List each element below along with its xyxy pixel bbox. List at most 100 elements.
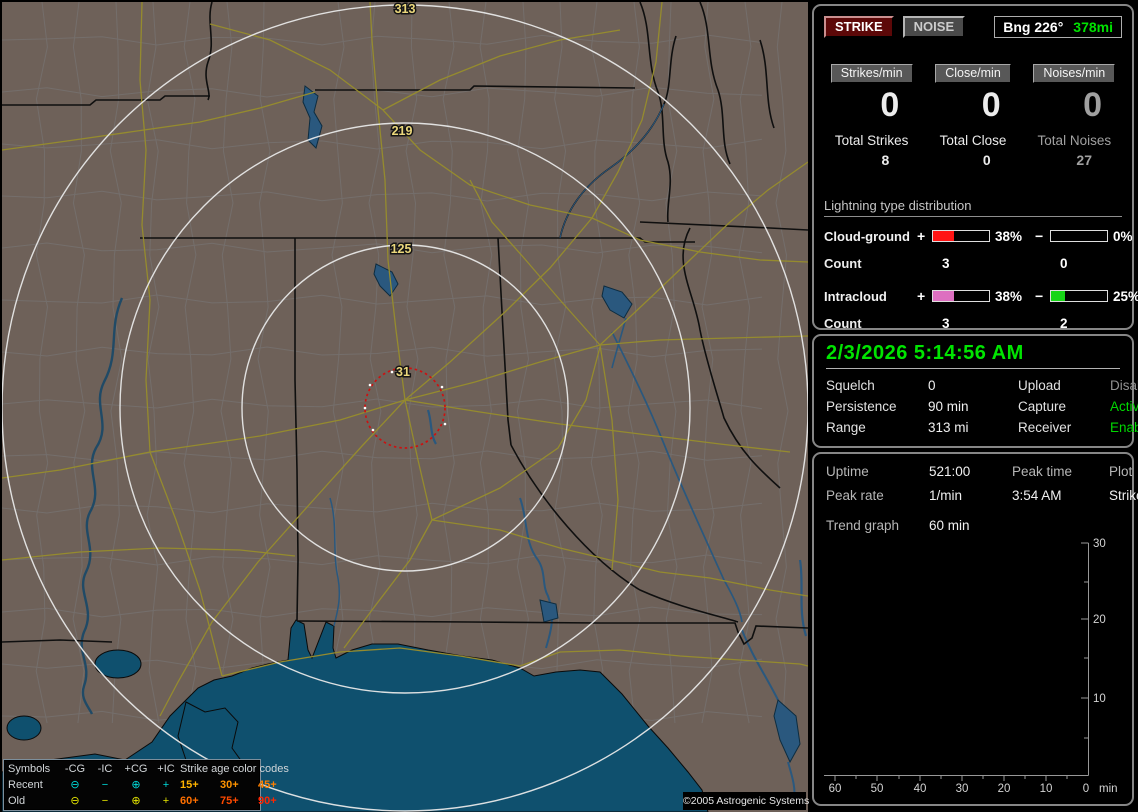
x-tick-60: 60: [829, 783, 842, 795]
recent-neg-cg-icon: ⊖: [70, 779, 80, 791]
uptime-value: 521:00: [929, 464, 971, 479]
count-label: Count: [824, 315, 862, 331]
strikes-per-min-value: 0: [880, 86, 900, 124]
age-75: 75+: [220, 795, 239, 807]
datetime-display: 2/3/2026 5:14:56 AM: [826, 342, 1024, 364]
ring-label-219: 219: [392, 124, 413, 138]
x-tick-30: 30: [956, 783, 969, 795]
bearing-readout: Bng 226° 378mi: [994, 16, 1122, 38]
old-pos-cg-icon: ⊕: [131, 795, 141, 807]
upload-label: Upload: [1018, 378, 1061, 393]
noises-per-min-column: Noises/min 0 Total Noises 27: [1027, 64, 1122, 168]
age-30: 30+: [220, 779, 239, 791]
total-close-label: Total Close: [939, 133, 1007, 148]
peak-time-label: Peak time: [1012, 464, 1073, 479]
ic-plus-count: 3: [942, 315, 950, 331]
x-tick-40: 40: [914, 783, 927, 795]
cloud-ground-count-row: Count 3 0: [824, 255, 1122, 271]
y-tick-10: 10: [1093, 693, 1106, 705]
plus-sign: +: [917, 288, 926, 304]
plot-label: Plot: [1109, 464, 1133, 479]
trend-panel: Uptime 521:00 Peak time Plot Peak rate 1…: [812, 452, 1138, 806]
plus-sign: +: [917, 228, 926, 244]
counters-panel: STRIKE NOISE Bng 226° 378mi Strikes/min …: [812, 4, 1138, 331]
squelch-value: 0: [928, 378, 936, 393]
trend-graph-value: 60 min: [929, 518, 970, 533]
peak-time-value: 3:54 AM: [1012, 488, 1062, 503]
ring-label-313: 313: [395, 2, 416, 16]
x-axis-unit: min: [1099, 783, 1118, 795]
cloud-ground-row: Cloud-ground + 38% − 0%: [824, 228, 1133, 244]
coastal-lake: [6, 715, 42, 741]
map-legend: Symbols -CG -IC +CG +IC Strike age color…: [3, 759, 289, 811]
bearing-distance: 378mi: [1073, 19, 1113, 35]
legend-age-title: Strike age color codes: [180, 763, 289, 775]
radar-map[interactable]: 313 219 125 31 Symbols -CG -IC +CG +IC S…: [2, 2, 809, 812]
intracloud-row: Intracloud + 38% − 25%: [824, 288, 1138, 304]
age-90: 90+: [258, 795, 277, 807]
legend-grid: Symbols -CG -IC +CG +IC Strike age color…: [4, 760, 289, 809]
copyright: ©2005 Astrogenic Systems: [683, 792, 809, 810]
map-canvas: 313 219 125 31: [2, 2, 808, 812]
x-tick-10: 10: [1040, 783, 1053, 795]
ic-minus-count: 2: [1060, 315, 1068, 331]
trend-tick-labels: 30 20 10 60 50 40 30 20 10 0 min: [829, 538, 1118, 795]
old-pos-ic-icon: +: [162, 795, 170, 807]
total-noises-value: 27: [1076, 152, 1092, 168]
minus-sign: −: [1035, 288, 1044, 304]
x-tick-0: 0: [1083, 783, 1089, 795]
legend-symbols-header: Symbols: [8, 763, 51, 775]
strikes-per-min-chip: Strikes/min: [830, 64, 913, 83]
close-per-min-chip: Close/min: [935, 64, 1011, 83]
count-label: Count: [824, 255, 862, 271]
peak-rate-value: 1/min: [929, 488, 963, 503]
y-tick-30: 30: [1093, 538, 1106, 550]
squelch-label: Squelch: [826, 378, 875, 393]
receiver-status: Enabled: [1110, 420, 1138, 435]
ring-label-125: 125: [391, 242, 412, 256]
cg-plus-pct: 38%: [995, 228, 1023, 244]
persistence-label: Persistence: [826, 399, 897, 414]
age-45: 45+: [258, 779, 277, 791]
range-label: Range: [826, 420, 866, 435]
trend-graph-label: Trend graph: [826, 518, 900, 533]
status-panel: 2/3/2026 5:14:56 AM Squelch 0 Upload Dis…: [812, 334, 1138, 448]
legend-row-recent: Recent: [8, 779, 43, 791]
total-strikes-value: 8: [881, 152, 890, 168]
noises-per-min-chip: Noises/min: [1033, 64, 1116, 83]
ic-minus-bar: [1050, 290, 1108, 302]
total-strikes-label: Total Strikes: [834, 133, 909, 148]
legend-col-neg-ic: -IC: [97, 763, 113, 775]
x-tick-20: 20: [998, 783, 1011, 795]
ic-plus-pct: 38%: [995, 288, 1023, 304]
peak-rate-label: Peak rate: [826, 488, 884, 503]
minus-sign: −: [1035, 228, 1044, 244]
cg-minus-pct: 0%: [1113, 228, 1133, 244]
upload-status: Disabled: [1110, 378, 1138, 393]
legend-col-pos-ic: +IC: [157, 763, 175, 775]
noise-mode-button[interactable]: NOISE: [902, 16, 966, 38]
bearing-value: Bng 226°: [1003, 19, 1064, 35]
persistence-value: 90 min: [928, 399, 969, 414]
strike-mode-button[interactable]: STRIKE: [824, 16, 894, 38]
cg-plus-count: 3: [942, 255, 950, 271]
old-neg-ic-icon: −: [101, 795, 109, 807]
capture-label: Capture: [1018, 399, 1067, 414]
recent-pos-ic-icon: +: [162, 779, 170, 791]
recent-pos-cg-icon: ⊕: [131, 779, 141, 791]
plot-value: Strike: [1109, 488, 1138, 503]
total-close-value: 0: [982, 152, 991, 168]
y-tick-20: 20: [1093, 614, 1106, 626]
strikes-per-min-column: Strikes/min 0 Total Strikes 8: [824, 64, 919, 168]
total-noises-label: Total Noises: [1037, 133, 1112, 148]
uptime-label: Uptime: [826, 464, 869, 479]
legend-col-neg-cg: -CG: [64, 763, 86, 775]
legend-row-old: Old: [8, 795, 26, 807]
intracloud-count-row: Count 3 2: [824, 315, 1122, 331]
ic-minus-pct: 25%: [1113, 288, 1138, 304]
trend-graph: 30 20 10 60 50 40 30 20 10 0 min: [824, 538, 1118, 795]
cg-minus-count: 0: [1060, 255, 1068, 271]
noises-per-min-value: 0: [1083, 86, 1102, 124]
capture-status: Active: [1110, 399, 1138, 414]
age-15: 15+: [180, 779, 199, 791]
